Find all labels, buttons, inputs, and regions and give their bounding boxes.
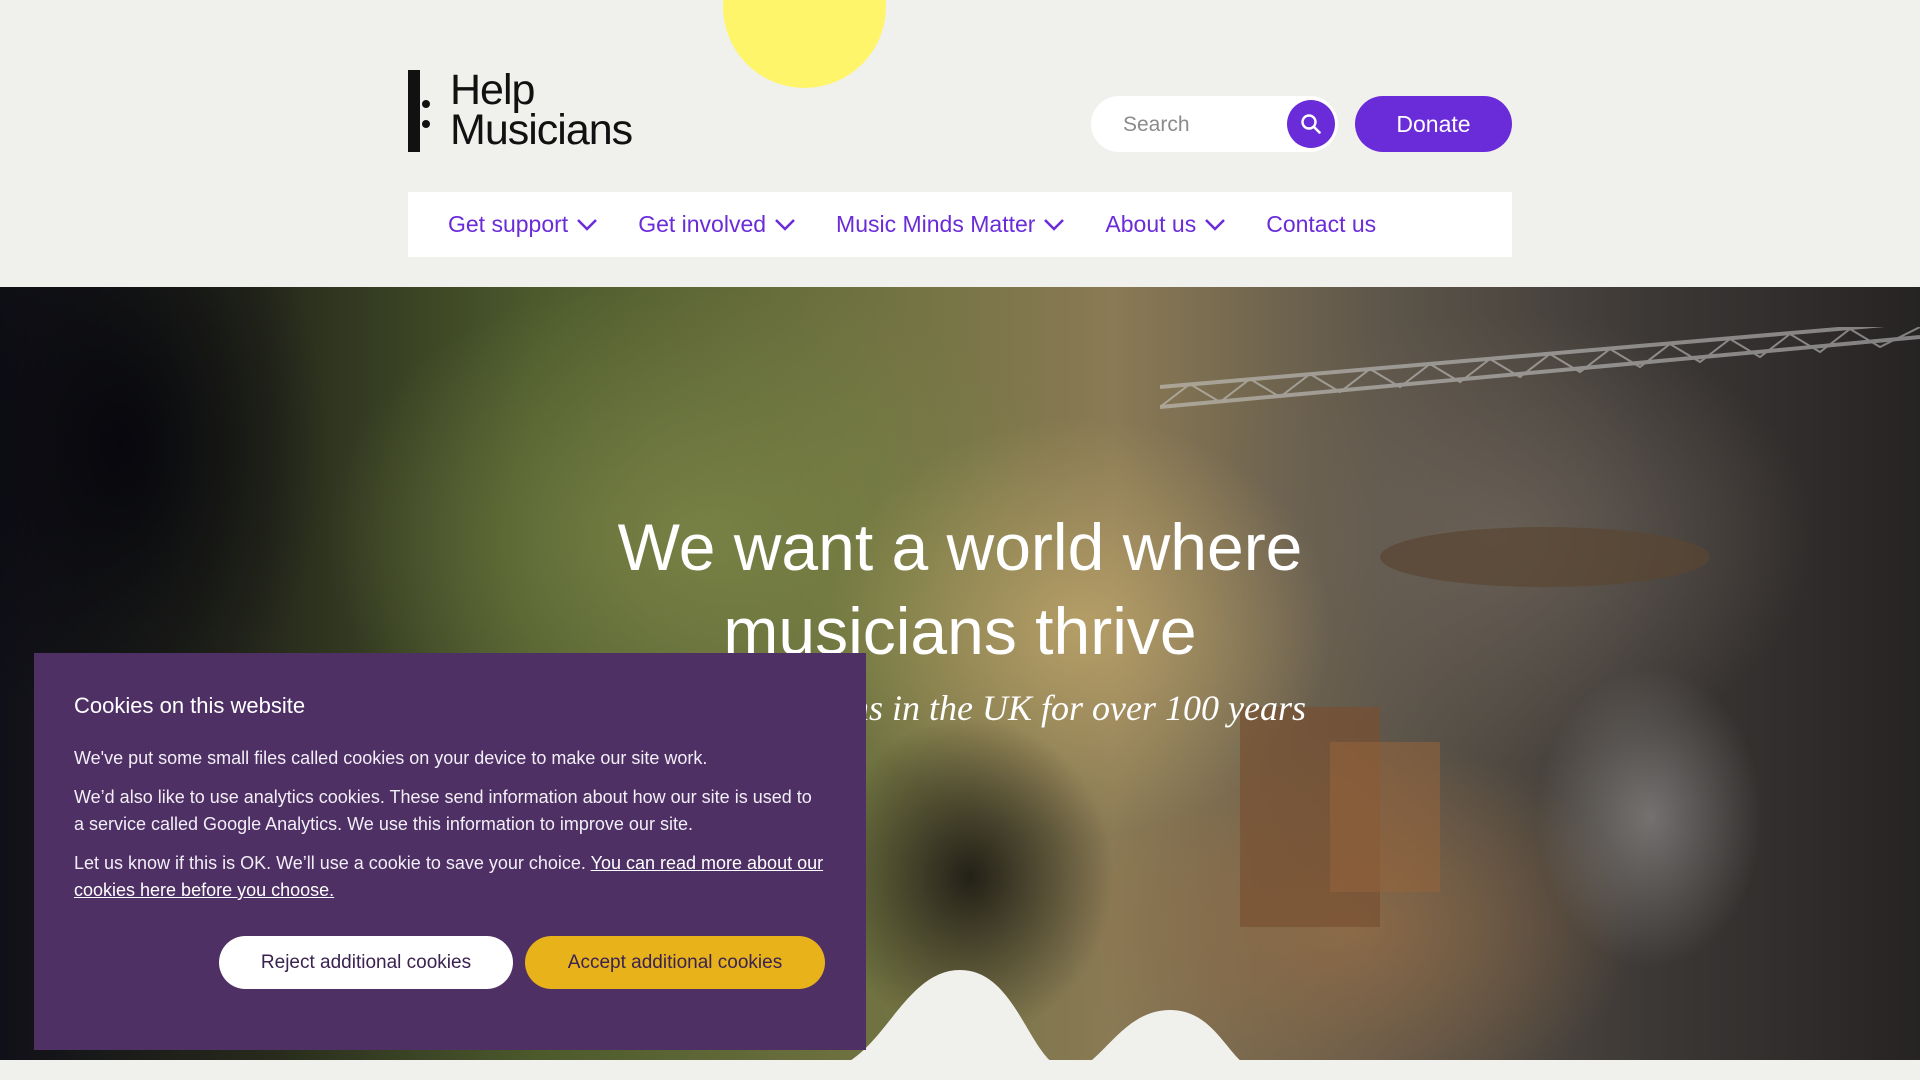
nav-item-about-us[interactable]: About us — [1105, 211, 1226, 238]
cookie-text-3-body: Let us know if this is OK. We’ll use a c… — [74, 853, 586, 873]
donate-button[interactable]: Donate — [1355, 96, 1512, 152]
stage-truss — [1160, 327, 1920, 409]
help-musicians-logo[interactable]: Help Musicians — [408, 66, 648, 154]
chevron-down-icon — [775, 218, 795, 231]
page-bottom-strip — [0, 1060, 1920, 1080]
nav-label: Contact us — [1266, 211, 1377, 237]
hero-title: We want a world where musicians thrive — [617, 510, 1303, 668]
chevron-down-icon — [1044, 218, 1065, 231]
hero-photo-amp-2 — [1330, 742, 1440, 892]
chevron-down-icon — [577, 218, 598, 231]
nav-label: About us — [1105, 211, 1197, 237]
reject-cookies-button[interactable]: Reject additional cookies — [219, 936, 513, 989]
search-box — [1091, 96, 1338, 152]
logo-mark — [408, 70, 430, 152]
logo-line-1: Help — [450, 66, 535, 114]
search-input[interactable] — [1121, 108, 1275, 142]
nav-label: Music Minds Matter — [836, 211, 1036, 237]
nav-item-music-minds-matter[interactable]: Music Minds Matter — [836, 211, 1065, 238]
nav-item-contact-us[interactable]: Contact us — [1266, 211, 1376, 238]
decorative-sun-circle — [723, 0, 886, 88]
logo-line-2: Musicians — [450, 106, 633, 154]
search-button[interactable] — [1287, 100, 1335, 148]
cookie-banner: Cookies on this website We've put some s… — [34, 653, 866, 1050]
site-header: Help Musicians Donate Get support Get in… — [0, 0, 1920, 287]
search-icon — [1301, 114, 1321, 134]
nav-item-get-support[interactable]: Get support — [448, 211, 598, 238]
chevron-down-icon — [1205, 218, 1226, 231]
cookie-buttons: Reject additional cookies Accept additio… — [219, 936, 825, 989]
logo-wordmark: Help Musicians — [432, 66, 633, 154]
cookie-text-1: We've put some small files called cookie… — [74, 748, 708, 768]
cookie-banner-title: Cookies on this website — [74, 693, 306, 718]
main-nav: Get support Get involved Music Minds Mat… — [408, 192, 1512, 257]
cookie-text-3: Let us know if this is OK. We’ll use a c… — [74, 850, 826, 904]
nav-label: Get support — [448, 211, 569, 237]
accept-cookies-button[interactable]: Accept additional cookies — [525, 936, 825, 989]
nav-item-get-involved[interactable]: Get involved — [638, 211, 796, 238]
hero-photo-drum — [1380, 527, 1710, 587]
nav-label: Get involved — [638, 211, 767, 237]
cookie-text-2: We’d also like to use analytics cookies.… — [74, 787, 812, 834]
